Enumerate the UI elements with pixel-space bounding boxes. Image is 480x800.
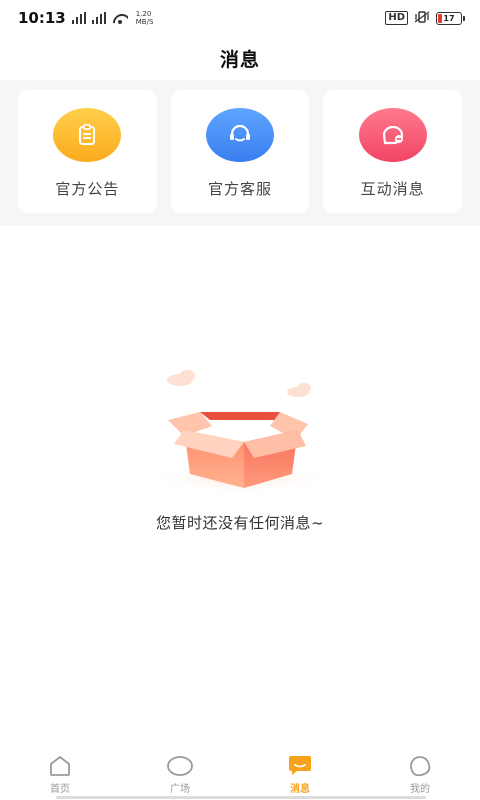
- tab-messages[interactable]: 消息: [240, 746, 360, 800]
- network-speed-unit: MB/S: [135, 18, 154, 26]
- chat-bubble-icon: [358, 108, 427, 162]
- hd-icon: HD: [385, 11, 408, 25]
- tab-label: 广场: [170, 784, 190, 795]
- header: 消息: [0, 36, 480, 80]
- profile-icon: [410, 756, 431, 777]
- status-right-icons: HD 17: [385, 10, 465, 26]
- circle-icon: [167, 756, 193, 776]
- signal-icon: [71, 12, 88, 24]
- network-speed-value: 1.20: [135, 10, 152, 18]
- category-label: 官方客服: [208, 180, 273, 198]
- tab-square[interactable]: 广场: [120, 746, 240, 800]
- vibrate-icon: [414, 10, 430, 26]
- battery-icon: 17: [436, 11, 465, 25]
- empty-box-illustration: [150, 370, 330, 494]
- home-indicator: [56, 796, 426, 799]
- wifi-icon: [112, 12, 128, 24]
- signal-icon-2: [91, 12, 108, 24]
- headset-icon: [206, 108, 274, 162]
- battery-level: 17: [443, 13, 455, 23]
- tab-label: 我的: [410, 784, 430, 795]
- tab-profile[interactable]: 我的: [360, 746, 480, 800]
- empty-state: 您暂时还没有任何消息~: [0, 360, 480, 533]
- category-official-support[interactable]: 官方客服: [170, 90, 310, 213]
- status-left-icons: 1.20 MB/S: [71, 10, 154, 26]
- bottom-tab-bar: 首页 广场 消息 我的: [0, 746, 480, 800]
- page-title: 消息: [219, 48, 260, 71]
- tab-home[interactable]: 首页: [0, 746, 120, 800]
- category-label: 官方公告: [55, 180, 120, 198]
- tab-label: 首页: [50, 784, 70, 795]
- empty-message: 您暂时还没有任何消息~: [155, 514, 325, 532]
- message-icon: [289, 756, 311, 775]
- clipboard-icon: [53, 108, 122, 162]
- network-speed: 1.20 MB/S: [136, 10, 154, 26]
- status-bar: 10:13 1.20 MB/S HD 17: [0, 0, 480, 36]
- tab-label: 消息: [290, 784, 310, 795]
- category-interactive-messages[interactable]: 互动消息: [323, 90, 463, 213]
- home-icon: [50, 756, 70, 776]
- status-time: 10:13: [18, 9, 66, 27]
- category-official-announcement[interactable]: 官方公告: [18, 90, 157, 213]
- category-label: 互动消息: [360, 180, 425, 198]
- category-area: 官方公告 官方客服 互动消息: [0, 80, 480, 226]
